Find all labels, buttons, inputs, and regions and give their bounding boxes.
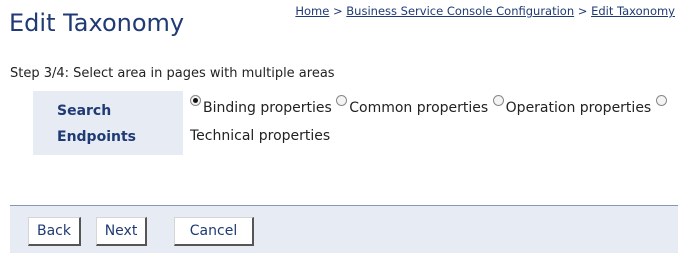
radio-label-common[interactable]: Common properties <box>349 100 488 116</box>
radio-button-common[interactable] <box>336 95 348 106</box>
breadcrumb-config-link[interactable]: Business Service Console Configuration <box>346 4 574 18</box>
radio-label-technical[interactable]: Technical properties <box>190 128 330 144</box>
radio-label-binding[interactable]: Binding properties <box>203 100 332 116</box>
label-line-2: Endpoints <box>57 129 136 145</box>
breadcrumb-separator: > <box>577 4 588 18</box>
radio-button-binding[interactable] <box>190 95 201 106</box>
button-bar: Back Next Cancel <box>10 206 678 253</box>
next-button[interactable]: Next <box>96 217 147 246</box>
back-button[interactable]: Back <box>28 217 81 246</box>
radio-option-binding[interactable]: Binding properties <box>190 95 332 116</box>
radio-button-operation[interactable] <box>492 95 504 106</box>
breadcrumb-current-link[interactable]: Edit Taxonomy <box>591 4 675 18</box>
radio-option-common[interactable]: Common properties <box>336 95 488 116</box>
cancel-button[interactable]: Cancel <box>174 217 254 246</box>
radio-option-operation[interactable]: Operation properties <box>492 95 652 116</box>
search-endpoints-label: Search Endpoints <box>33 91 183 155</box>
radio-label-operation[interactable]: Operation properties <box>506 100 652 116</box>
breadcrumb-separator: > <box>333 4 343 18</box>
breadcrumb-home-link[interactable]: Home <box>295 4 329 18</box>
breadcrumb: Home > Business Service Console Configur… <box>255 4 675 19</box>
label-line-1: Search <box>57 103 112 119</box>
radio-button-technical[interactable] <box>655 95 667 106</box>
step-indicator: Step 3/4: Select area in pages with mult… <box>10 66 335 81</box>
area-radio-group: Binding properties Common properties Ope… <box>190 94 672 150</box>
page-title: Edit Taxonomy <box>9 9 185 37</box>
